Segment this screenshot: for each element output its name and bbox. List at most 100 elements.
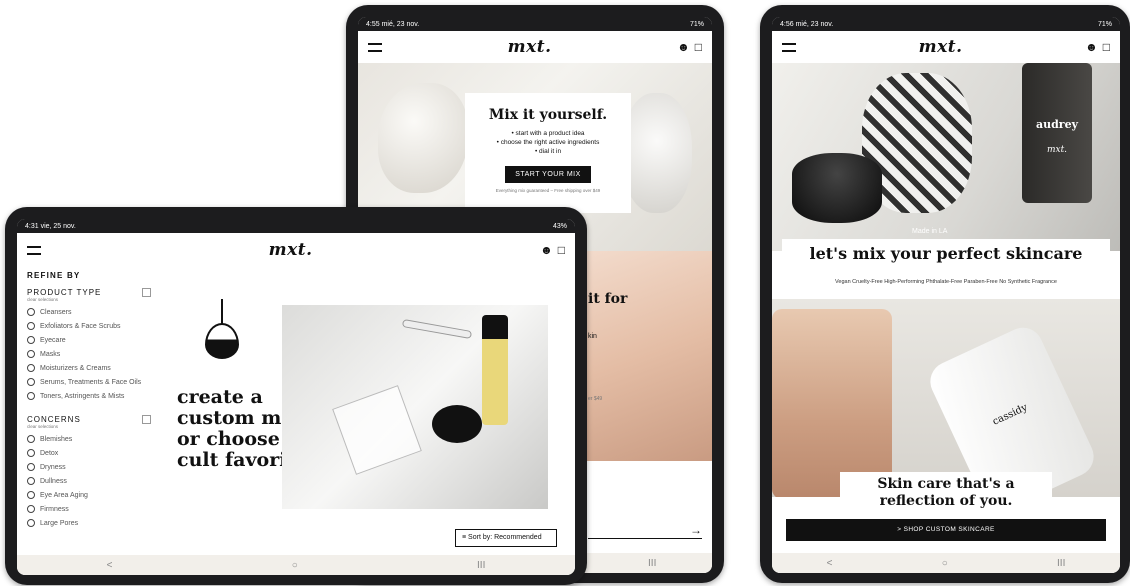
menu-icon[interactable]	[27, 245, 41, 255]
status-time: 4:31 vie, 25 nov.	[25, 222, 76, 230]
filter-option[interactable]: Blemishes	[27, 432, 157, 446]
filter-label: Cleansers	[40, 308, 72, 316]
filter-option[interactable]: Toners, Astringents & Mists	[27, 389, 157, 403]
tablet-right: 4:56 mié, 23 nov. 71% mxt. ☻ □ audrey mx…	[760, 5, 1130, 583]
hero-bullet-3: • dial it in	[534, 148, 562, 155]
serum-vial	[482, 315, 508, 425]
home-nav-icon[interactable]: ○	[942, 558, 948, 569]
radio-icon[interactable]	[27, 519, 35, 527]
filter-option[interactable]: Firmness	[27, 502, 157, 516]
shop-custom-skincare-button[interactable]: > SHOP CUSTOM SKINCARE	[786, 519, 1106, 541]
filter-option[interactable]: Exfoliators & Face Scrubs	[27, 319, 157, 333]
glass-block	[332, 385, 422, 475]
status-time: 4:56 mié, 23 nov.	[780, 20, 834, 28]
filter-option[interactable]: Eyecare	[27, 333, 157, 347]
brand-logo[interactable]: mxt.	[269, 240, 313, 260]
filter-label: Moisturizers & Creams	[40, 364, 111, 372]
radio-icon[interactable]	[27, 378, 35, 386]
radio-icon[interactable]	[27, 463, 35, 471]
sort-label: Sort by: Recommended	[468, 534, 542, 541]
brand-logo[interactable]: mxt.	[508, 37, 552, 57]
concerns-clear[interactable]: clear selections	[27, 424, 157, 429]
recents-nav-icon[interactable]: III	[1057, 558, 1065, 569]
sort-icon: ≡	[462, 534, 467, 541]
system-nav: < ○ III	[17, 555, 575, 575]
radio-icon[interactable]	[27, 322, 35, 330]
recents-nav-icon[interactable]: III	[648, 558, 656, 569]
arrow-row: →	[588, 523, 702, 539]
filter-option[interactable]: Large Pores	[27, 516, 157, 530]
cream-swatch	[378, 83, 468, 193]
filter-option[interactable]: Dryness	[27, 460, 157, 474]
concerns-collapse-icon[interactable]	[142, 415, 151, 424]
system-nav: < ○ III	[772, 553, 1120, 573]
pipette	[401, 318, 473, 340]
back-nav-icon[interactable]: <	[827, 558, 833, 569]
home-nav-icon[interactable]: ○	[292, 560, 298, 571]
tagline-card: Skin care that's a reflection of you.	[840, 472, 1052, 516]
tagline: Skin care that's a reflection of you.	[877, 476, 1015, 509]
filter-option[interactable]: Eye Area Aging	[27, 488, 157, 502]
filter-option[interactable]: Detox	[27, 446, 157, 460]
sort-dropdown[interactable]: ≡ Sort by: Recommended	[455, 529, 557, 547]
menu-icon[interactable]	[782, 42, 796, 52]
filter-option[interactable]: Moisturizers & Creams	[27, 361, 157, 375]
account-icon[interactable]: ☻	[1085, 40, 1098, 54]
product-type-clear[interactable]: clear selections	[27, 297, 157, 302]
back-nav-icon[interactable]: <	[107, 560, 113, 571]
tablet-left: 4:31 vie, 25 nov. 43% mxt. ☻ □ REFINE BY…	[5, 207, 587, 585]
radio-icon[interactable]	[27, 336, 35, 344]
bottle-label: audrey	[1035, 118, 1078, 131]
filter-option[interactable]: Dullness	[27, 474, 157, 488]
cart-icon[interactable]: □	[695, 40, 702, 54]
black-spoon	[432, 405, 482, 443]
battery-status: 71%	[689, 20, 704, 28]
cart-icon[interactable]: □	[558, 243, 565, 257]
filter-option[interactable]: Serums, Treatments & Face Oils	[27, 375, 157, 389]
filter-label: Dullness	[40, 477, 67, 485]
account-icon[interactable]: ☻	[677, 40, 690, 54]
hero-title: Mix it yourself.	[488, 107, 608, 123]
tablet-left-screen: 4:31 vie, 25 nov. 43% mxt. ☻ □ REFINE BY…	[17, 219, 575, 575]
bottle2-label: cassidy	[990, 402, 1030, 428]
account-icon[interactable]: ☻	[540, 243, 553, 257]
second-line-fragment: kin	[588, 333, 597, 340]
top-nav: mxt. ☻ □	[17, 233, 575, 267]
second-foot-fragment: er $49	[588, 396, 603, 402]
product-photo	[282, 305, 548, 509]
filter-option[interactable]: Cleansers	[27, 305, 157, 319]
radio-icon[interactable]	[27, 505, 35, 513]
product-type-collapse-icon[interactable]	[142, 288, 151, 297]
cart-icon[interactable]: □	[1103, 40, 1110, 54]
brand-logo[interactable]: mxt.	[919, 37, 963, 57]
top-nav: mxt. ☻ □	[358, 31, 712, 63]
status-bar: 4:31 vie, 25 nov. 43%	[17, 219, 575, 233]
second-title-fragment: it for	[588, 291, 628, 307]
radio-icon[interactable]	[27, 477, 35, 485]
flask-icon	[205, 299, 239, 361]
top-nav: mxt. ☻ □	[772, 31, 1120, 63]
hero-photo: audrey mxt. Made in LA	[772, 63, 1120, 251]
radio-icon[interactable]	[27, 350, 35, 358]
start-your-mix-button[interactable]: START YOUR MIX	[505, 166, 591, 183]
filter-label: Eyecare	[40, 336, 66, 344]
battery-status: 71%	[1097, 20, 1112, 28]
made-in-la-label: Made in LA	[912, 228, 948, 235]
feature-tags: Vegan Cruelty-Free High-Performing Phtha…	[835, 279, 1057, 285]
arrow-right-icon[interactable]: →	[690, 523, 702, 537]
white-bottle: cassidy	[923, 321, 1101, 497]
product-photo: cassidy	[772, 299, 1120, 497]
filter-option[interactable]: Masks	[27, 347, 157, 361]
menu-icon[interactable]	[368, 42, 382, 52]
battery-status: 43%	[552, 222, 567, 230]
hero-card: Mix it yourself. • start with a product …	[465, 93, 631, 213]
radio-icon[interactable]	[27, 308, 35, 316]
radio-icon[interactable]	[27, 449, 35, 457]
recents-nav-icon[interactable]: III	[477, 560, 485, 571]
radio-icon[interactable]	[27, 435, 35, 443]
filter-label: Exfoliators & Face Scrubs	[40, 322, 121, 330]
radio-icon[interactable]	[27, 364, 35, 372]
radio-icon[interactable]	[27, 392, 35, 400]
radio-icon[interactable]	[27, 491, 35, 499]
amber-glass	[772, 309, 892, 497]
